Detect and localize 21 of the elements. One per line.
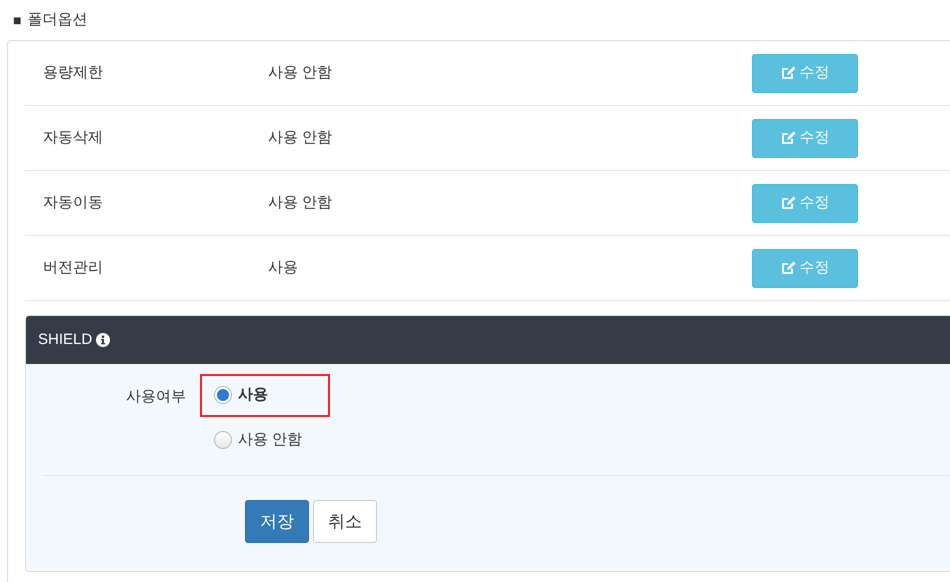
info-icon (96, 333, 110, 347)
radio-option[interactable]: 사용 (200, 374, 330, 416)
radio-option[interactable]: 사용 안함 (200, 418, 330, 461)
square-bullet: ■ (13, 10, 22, 30)
cancel-button[interactable]: 취소 (313, 500, 377, 543)
section-title: 폴더옵션 (27, 10, 88, 30)
edit-icon (780, 196, 796, 210)
save-button[interactable]: 저장 (245, 500, 309, 543)
option-value: 사용 안함 (268, 128, 334, 148)
option-value: 사용 안함 (268, 192, 334, 213)
option-label: 버전관리 (42, 258, 104, 278)
option-label: 자동이동 (42, 192, 104, 213)
edit-icon (780, 66, 796, 80)
edit-icon (780, 131, 796, 145)
option-label: 자동삭제 (42, 128, 104, 148)
option-value: 사용 (268, 258, 299, 278)
field-label: 사용여부 (125, 387, 187, 407)
edit-icon (780, 261, 796, 275)
panel-title: SHIELD (38, 330, 92, 350)
option-label: 용량제한 (42, 62, 104, 83)
option-value: 사용 안함 (268, 62, 334, 83)
